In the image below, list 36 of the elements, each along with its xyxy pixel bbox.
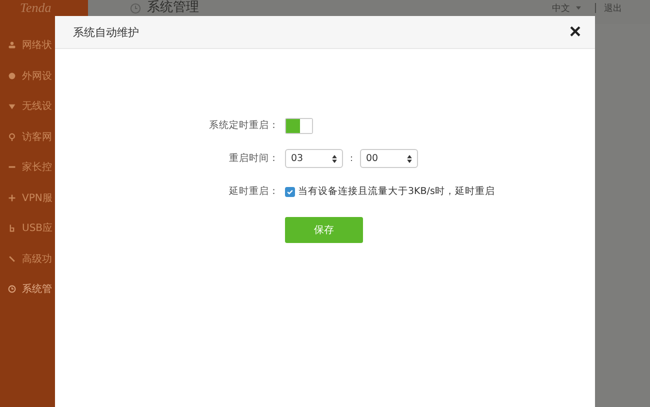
spinner-icon	[332, 154, 337, 162]
sidebar-item[interactable]: 外网设	[0, 60, 88, 91]
spinner-icon	[407, 154, 412, 162]
caret-icon	[576, 6, 581, 10]
time-separator: ：	[347, 153, 356, 165]
field-label: 延时重启：	[228, 185, 280, 198]
toggle-switch[interactable]	[285, 118, 313, 134]
sidebar-item[interactable]: 访客网	[0, 122, 88, 152]
logout-link[interactable]: 退出	[604, 2, 622, 14]
checkbox[interactable]	[285, 186, 295, 196]
language-dropdown[interactable]: 中文	[552, 2, 570, 14]
checkbox-label: 当有设备连接且流量大于3KB/s时，延时重启	[298, 185, 495, 198]
clock-icon	[8, 285, 16, 294]
sidebar-item[interactable]: 高级功	[0, 244, 88, 274]
person-icon	[8, 41, 16, 50]
sidebar-item[interactable]: 无线设	[0, 91, 88, 122]
field-label: 重启时间：	[228, 152, 280, 165]
page-title: 系统管理	[147, 0, 199, 15]
save-button[interactable]: 保存	[285, 217, 363, 243]
close-button[interactable]: ×	[569, 22, 581, 42]
logo: Tenda	[20, 0, 52, 15]
hour-select[interactable]: 03	[285, 149, 343, 168]
line-icon	[8, 254, 16, 263]
field-label: 系统定时重启：	[208, 119, 280, 132]
clock-icon	[130, 2, 141, 14]
usb-icon	[8, 224, 16, 232]
triangle-icon	[8, 102, 16, 110]
plus-icon	[8, 194, 16, 202]
sidebar-item[interactable]: 家长控	[0, 152, 88, 182]
dialog-title: 系统自动维护	[73, 24, 139, 40]
sidebar-item[interactable]: USB应	[0, 213, 88, 244]
minute-select[interactable]: 00	[360, 149, 418, 168]
sidebar-item[interactable]: VPN服	[0, 182, 88, 213]
sidebar-item[interactable]: 系统管	[0, 274, 88, 304]
pin-icon	[8, 132, 16, 141]
globe-icon	[8, 72, 16, 80]
